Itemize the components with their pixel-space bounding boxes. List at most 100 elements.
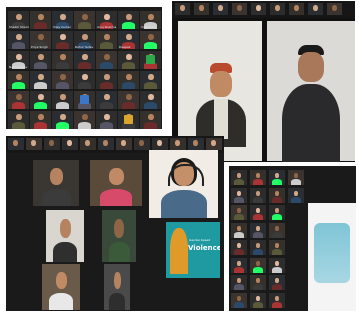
face [38, 14, 44, 20]
participant-tile[interactable] [52, 51, 73, 69]
participant-tile[interactable] [8, 31, 29, 49]
participant-tile[interactable] [269, 222, 285, 238]
strip-thumbnail[interactable] [62, 138, 78, 150]
participant-tile[interactable] [102, 210, 136, 262]
strip-thumbnail[interactable] [289, 3, 304, 15]
participant-tile[interactable] [288, 187, 304, 203]
participant-tile[interactable] [52, 71, 73, 89]
participant-tile[interactable] [140, 111, 161, 129]
strip-thumbnail[interactable] [308, 3, 323, 15]
strip-thumbnail[interactable] [116, 138, 132, 150]
strip-thumbnail[interactable] [232, 3, 247, 15]
strip-thumbnail[interactable] [80, 138, 96, 150]
participant-tile[interactable]: Vijay Rani [140, 11, 161, 29]
participant-tile[interactable] [140, 71, 161, 89]
participant-tile[interactable] [269, 292, 285, 308]
participant-tile[interactable] [33, 160, 79, 206]
participant-tile[interactable] [90, 160, 142, 206]
participant-tile[interactable] [231, 170, 247, 185]
participant-tile[interactable] [118, 11, 139, 29]
participant-tile[interactable] [231, 240, 247, 255]
strip-thumbnail[interactable] [206, 138, 222, 150]
participant-tile[interactable] [42, 264, 80, 310]
strip-thumbnail[interactable] [175, 3, 190, 15]
participant-tile[interactable] [74, 51, 95, 69]
participant-tile[interactable] [140, 31, 161, 49]
participant-tile[interactable] [52, 91, 73, 109]
participant-tile[interactable] [250, 170, 266, 185]
participant-tile[interactable] [46, 210, 84, 262]
participant-tile[interactable] [269, 187, 285, 203]
speaker-tile-right[interactable] [267, 21, 355, 162]
strip-thumbnail[interactable] [98, 138, 114, 150]
participant-tile[interactable] [269, 275, 285, 290]
face [256, 260, 260, 266]
participant-tile[interactable] [8, 111, 29, 129]
strip-thumbnail[interactable] [194, 3, 209, 15]
participant-tile[interactable] [8, 91, 29, 109]
participant-tile[interactable] [96, 91, 117, 109]
participant-tile[interactable] [30, 11, 51, 29]
participant-tile[interactable] [250, 222, 266, 238]
participant-tile[interactable] [30, 71, 51, 89]
participant-tile[interactable] [269, 240, 285, 255]
participant-tile[interactable] [52, 31, 73, 49]
participant-tile[interactable]: Neha Gupta [8, 51, 29, 69]
participant-tile[interactable] [118, 51, 139, 69]
participant-tile[interactable]: Anuj Sharma [96, 11, 117, 29]
participant-tile[interactable] [30, 111, 51, 129]
participant-tile[interactable] [231, 292, 247, 308]
participant-tile[interactable] [250, 240, 266, 255]
participant-tile[interactable] [250, 275, 266, 290]
strip-thumbnail[interactable] [251, 3, 266, 15]
strip-thumbnail[interactable] [213, 3, 228, 15]
participant-tile[interactable] [96, 111, 117, 129]
participant-tile[interactable] [104, 264, 130, 310]
strip-thumbnail[interactable] [152, 138, 168, 150]
participant-tile[interactable] [96, 71, 117, 89]
participant-tile[interactable] [52, 111, 73, 129]
participant-tile[interactable] [140, 91, 161, 109]
participant-tile[interactable] [8, 71, 29, 89]
participant-tile[interactable]: Rahul Yadav [74, 31, 95, 49]
strip-thumbnail[interactable] [188, 138, 204, 150]
strip-thumbnail[interactable] [170, 138, 186, 150]
participant-tile[interactable] [231, 275, 247, 290]
participant-tile[interactable] [118, 71, 139, 89]
strip-thumbnail[interactable] [270, 3, 285, 15]
participant-tile[interactable]: Priya Singh [30, 31, 51, 49]
participant-tile[interactable] [250, 257, 266, 273]
participant-tile[interactable] [269, 257, 285, 273]
violence-poster-tile[interactable]: Gender based Violence [166, 222, 220, 278]
participant-tile[interactable] [269, 170, 285, 185]
participant-tile[interactable] [74, 71, 95, 89]
participant-tile[interactable] [288, 170, 304, 185]
strip-thumbnail[interactable] [8, 138, 24, 150]
participant-tile[interactable] [74, 11, 95, 29]
participant-tile[interactable] [231, 257, 247, 273]
participant-tile[interactable] [250, 205, 266, 220]
participant-tile[interactable] [250, 187, 266, 203]
participant-tile[interactable] [96, 31, 117, 49]
presenter-tile[interactable] [149, 150, 218, 218]
strip-thumbnail[interactable] [327, 3, 342, 15]
participant-tile[interactable] [269, 205, 285, 220]
strip-thumbnail[interactable] [134, 138, 150, 150]
strip-thumbnail[interactable] [26, 138, 42, 150]
participant-tile[interactable] [231, 205, 247, 220]
participant-tile[interactable] [231, 187, 247, 203]
participant-tile[interactable]: Vijay Kumar [52, 11, 73, 29]
participant-tile[interactable] [118, 91, 139, 109]
torso [56, 62, 69, 69]
participant-tile[interactable]: Sheikh Shamim [8, 11, 29, 29]
participant-tile[interactable]: Deepak [118, 31, 139, 49]
participant-tile[interactable] [96, 51, 117, 69]
participant-tile[interactable] [30, 51, 51, 69]
participant-tile[interactable] [74, 111, 95, 129]
strip-thumbnail[interactable] [44, 138, 60, 150]
poster-tile[interactable] [308, 203, 356, 311]
face [180, 5, 185, 11]
participant-tile[interactable] [250, 292, 266, 308]
participant-tile[interactable] [30, 91, 51, 109]
participant-tile[interactable] [231, 222, 247, 238]
